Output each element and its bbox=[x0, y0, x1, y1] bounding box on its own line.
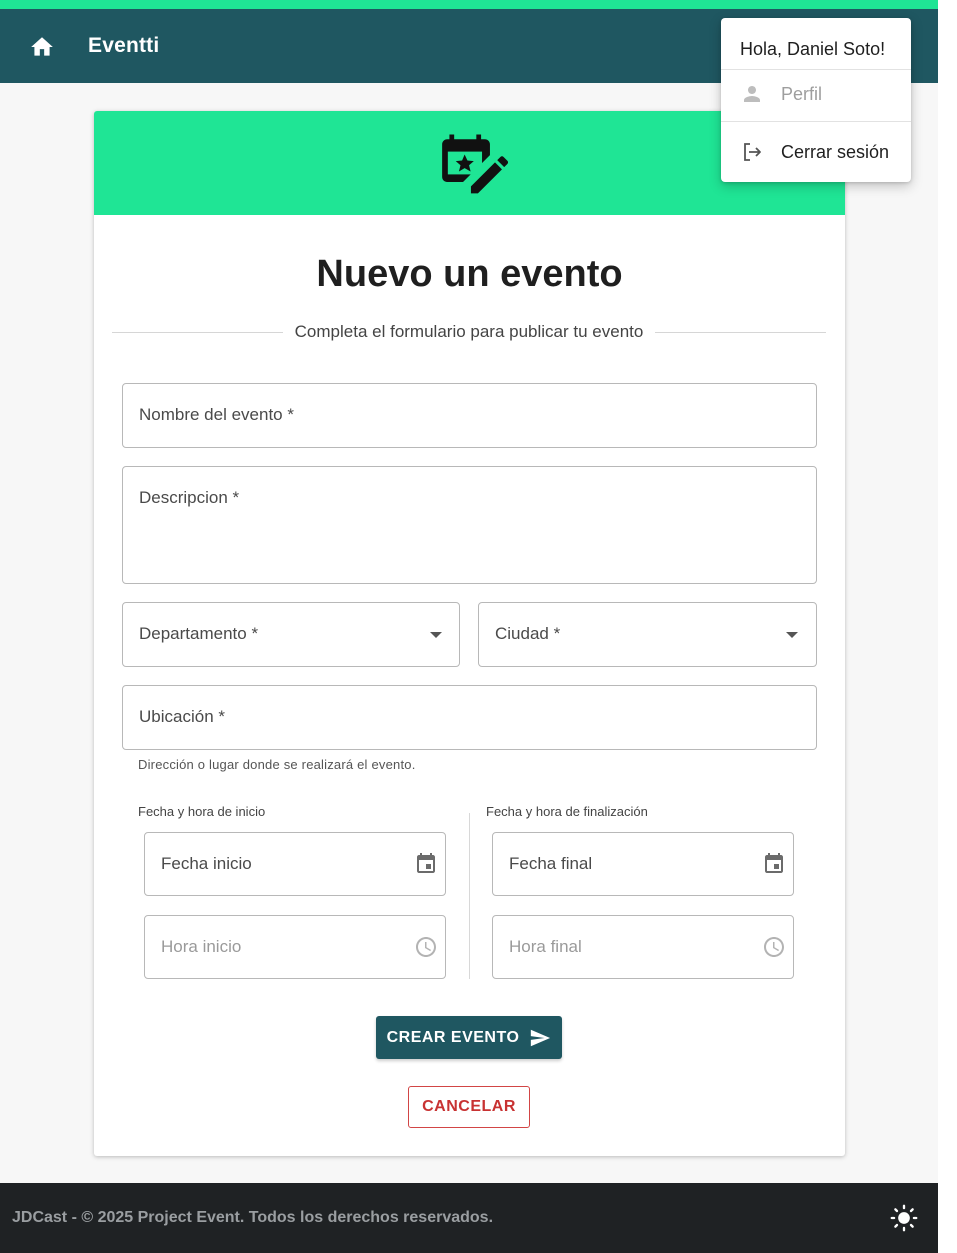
menu-item-profile-label: Perfil bbox=[781, 83, 823, 104]
end-date-label: Fecha final bbox=[509, 854, 593, 873]
department-label: Departamento * bbox=[139, 624, 259, 643]
calendar-icon[interactable] bbox=[762, 852, 786, 876]
location-label: Ubicación * bbox=[139, 707, 225, 726]
subtitle-divider: Completa el formulario para publicar tu … bbox=[112, 321, 826, 343]
chevron-down-icon bbox=[430, 632, 442, 638]
page: Eventti Nuevo un evento Completa el form… bbox=[0, 0, 938, 1253]
menu-item-logout[interactable]: Cerrar sesión bbox=[721, 128, 911, 176]
calendar-icon[interactable] bbox=[414, 852, 438, 876]
end-group-label: Fecha y hora de finalización bbox=[486, 804, 648, 819]
divider-line-left bbox=[112, 331, 283, 333]
divider-line-right bbox=[655, 331, 826, 333]
sun-icon bbox=[890, 1204, 918, 1232]
start-date-label: Fecha inicio bbox=[161, 854, 252, 873]
menu-item-logout-label: Cerrar sesión bbox=[781, 141, 890, 162]
start-time-input[interactable]: Hora inicio bbox=[144, 915, 446, 979]
person-icon bbox=[744, 86, 760, 102]
description-label: Descripcion * bbox=[139, 488, 240, 507]
location-hint: Dirección o lugar donde se realizará el … bbox=[138, 757, 416, 772]
new-event-form-card: Nuevo un evento Completa el formulario p… bbox=[94, 111, 845, 1156]
user-menu-dropdown: Hola, Daniel Soto! Perfil Cerrar sesión bbox=[721, 18, 911, 182]
description-textarea[interactable]: Descripcion * bbox=[122, 466, 817, 584]
top-accent-strip bbox=[0, 0, 938, 9]
calendar-edit-icon bbox=[441, 134, 508, 194]
brand-title[interactable]: Eventti bbox=[88, 34, 159, 58]
form-title: Nuevo un evento bbox=[316, 253, 623, 295]
clock-icon[interactable] bbox=[414, 935, 438, 959]
end-time-label: Hora final bbox=[509, 937, 582, 956]
user-greeting: Hola, Daniel Soto! bbox=[740, 39, 886, 59]
theme-toggle-button[interactable] bbox=[889, 1203, 919, 1233]
home-button[interactable] bbox=[28, 33, 56, 61]
footer-copyright: JDCast - © 2025 Project Event. Todos los… bbox=[12, 1209, 494, 1226]
start-time-label: Hora inicio bbox=[161, 937, 242, 956]
create-event-label: CREAR EVENTO bbox=[386, 1028, 520, 1046]
send-icon bbox=[531, 1029, 551, 1046]
menu-item-profile[interactable]: Perfil bbox=[721, 70, 911, 118]
menu-divider bbox=[721, 121, 911, 122]
department-select[interactable]: Departamento * bbox=[122, 602, 460, 667]
footer: JDCast - © 2025 Project Event. Todos los… bbox=[0, 1183, 938, 1253]
cancel-button[interactable]: CANCELAR bbox=[408, 1086, 530, 1128]
city-label: Ciudad * bbox=[495, 624, 561, 643]
location-input[interactable]: Ubicación * bbox=[122, 685, 817, 750]
end-date-input[interactable]: Fecha final bbox=[492, 832, 794, 896]
start-date-input[interactable]: Fecha inicio bbox=[144, 832, 446, 896]
clock-icon[interactable] bbox=[762, 935, 786, 959]
event-name-label: Nombre del evento * bbox=[139, 405, 294, 424]
chevron-down-icon bbox=[786, 632, 798, 638]
create-event-button[interactable]: CREAR EVENTO bbox=[376, 1016, 562, 1059]
logout-icon bbox=[744, 143, 761, 161]
start-group-label: Fecha y hora de inicio bbox=[138, 804, 266, 819]
city-select[interactable]: Ciudad * bbox=[478, 602, 817, 667]
date-groups-divider bbox=[469, 813, 470, 979]
home-icon bbox=[31, 37, 53, 56]
form-subtitle: Completa el formulario para publicar tu … bbox=[294, 322, 644, 341]
end-time-input[interactable]: Hora final bbox=[492, 915, 794, 979]
event-name-input[interactable]: Nombre del evento * bbox=[122, 383, 817, 448]
